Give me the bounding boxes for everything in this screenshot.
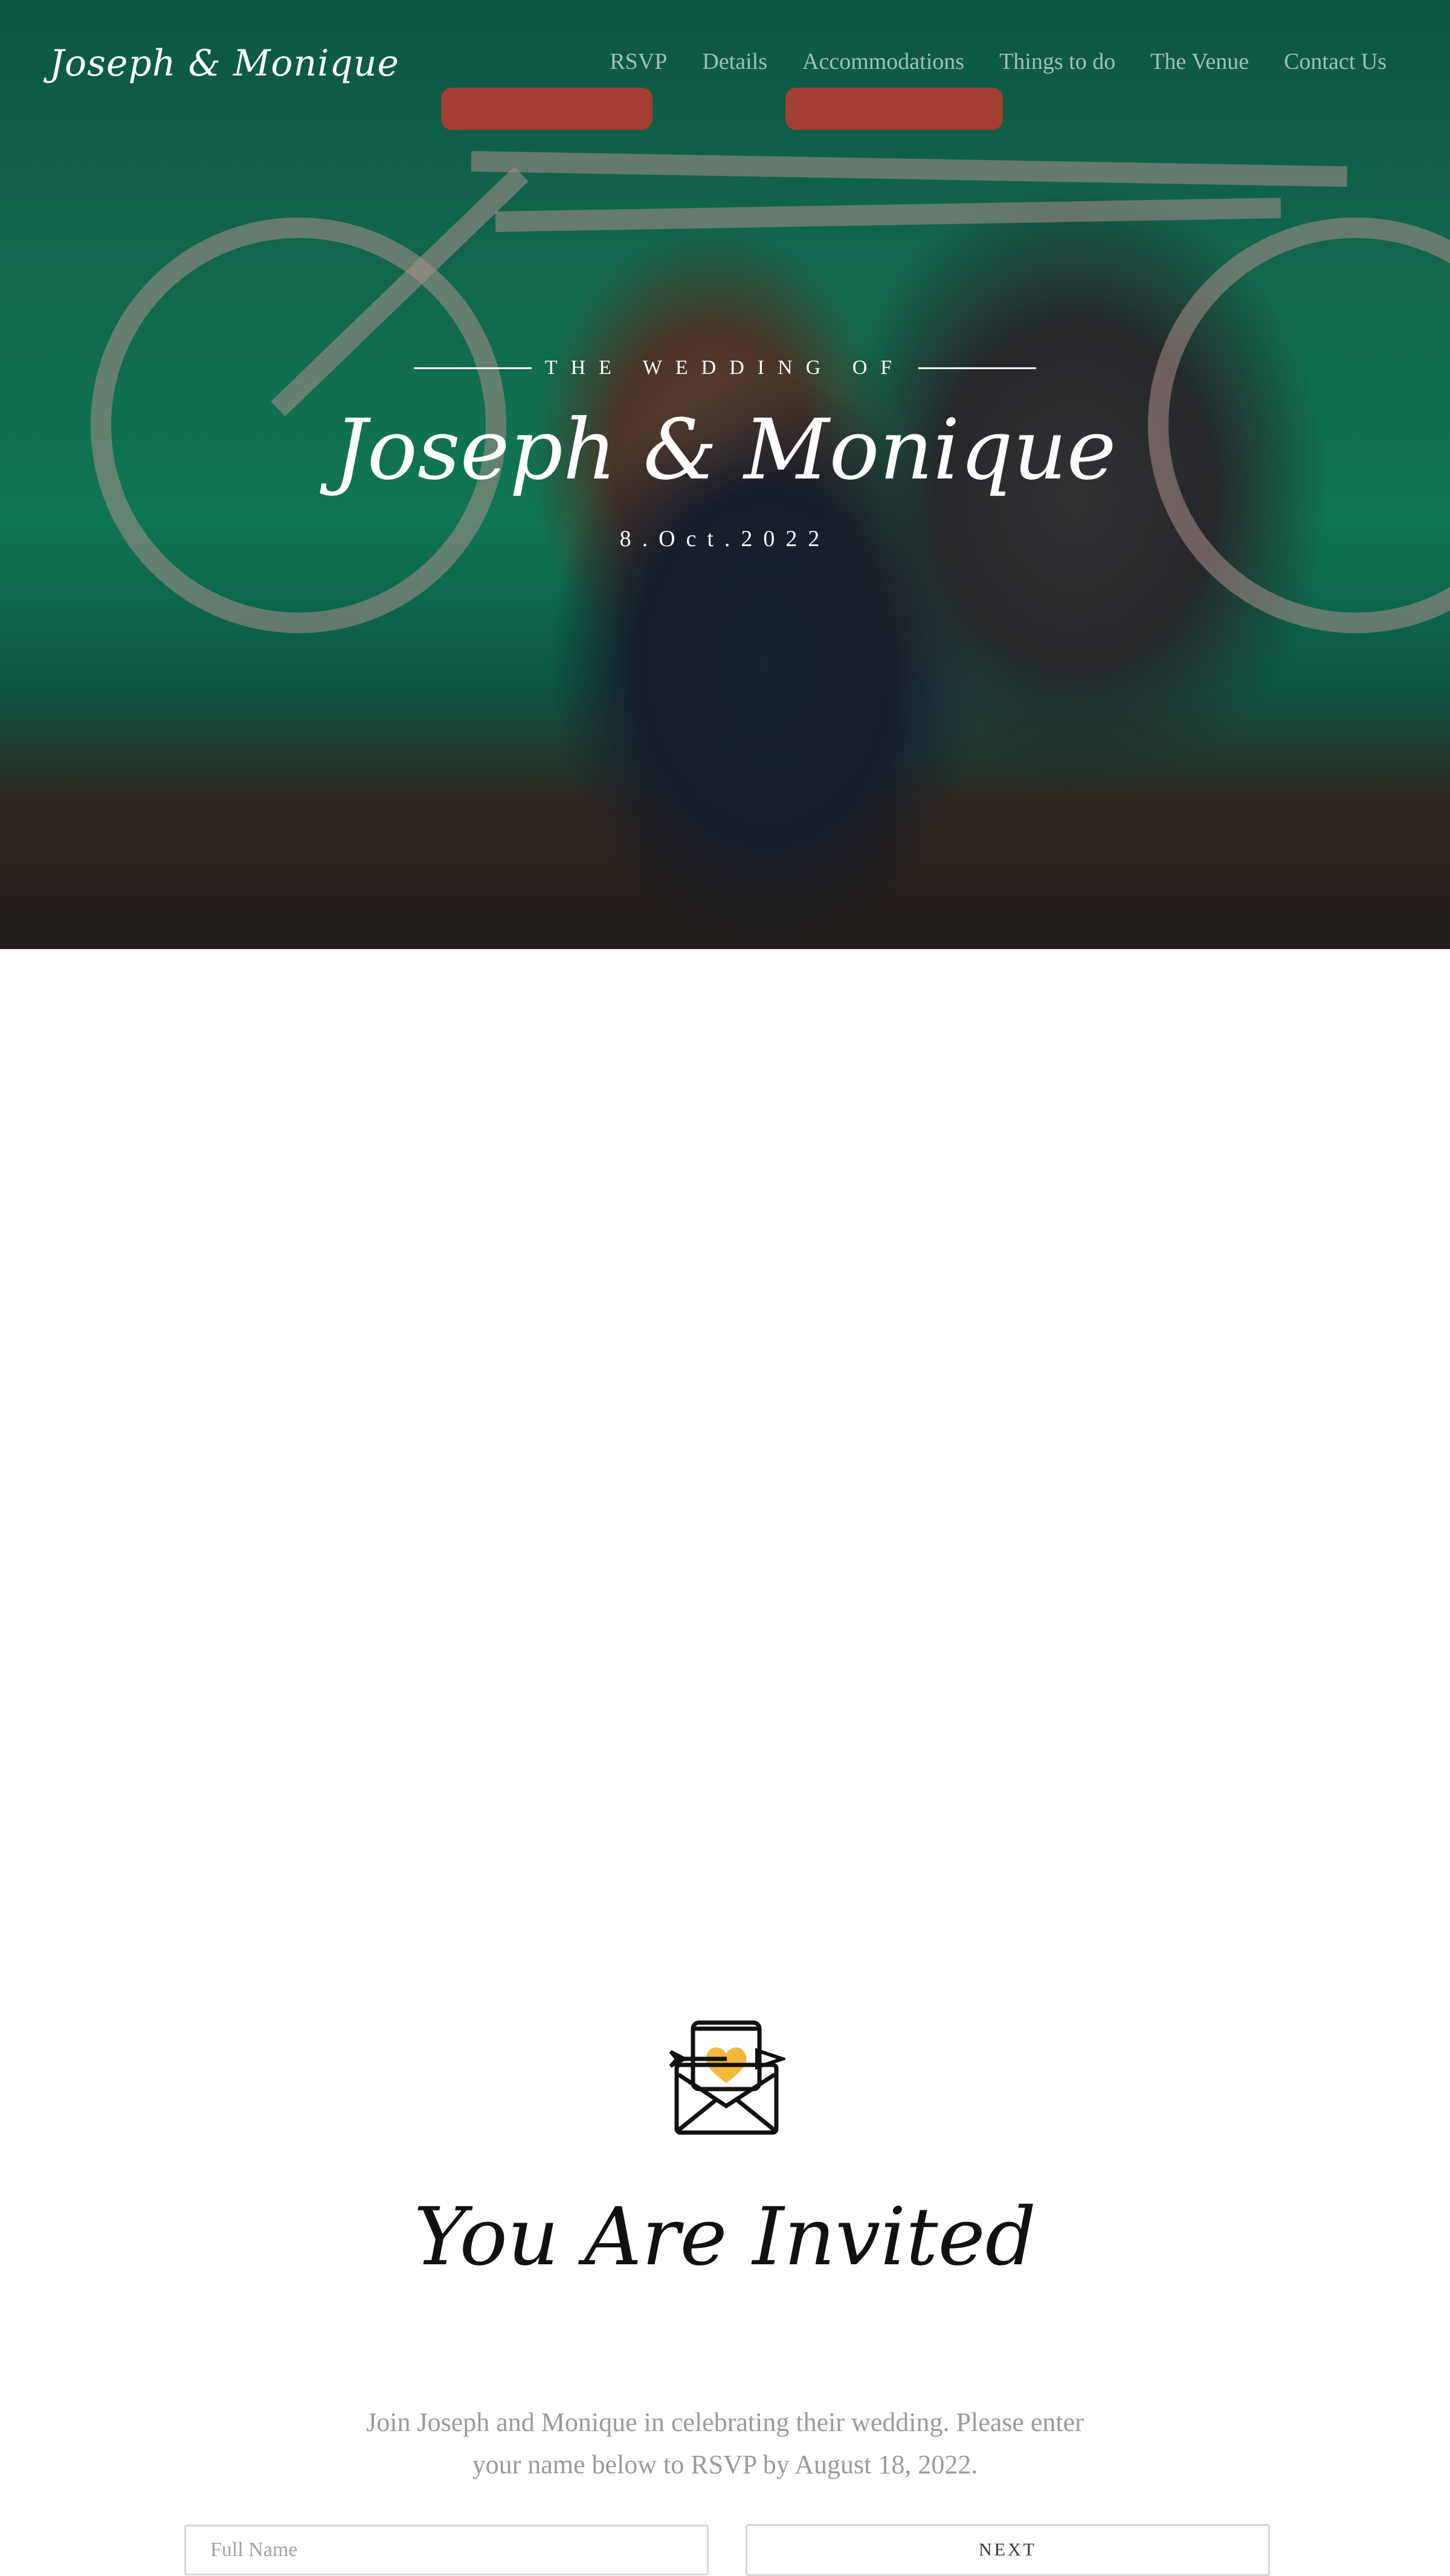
nav-rsvp[interactable]: RSVP xyxy=(610,48,667,75)
couple-names: Joseph & Monique xyxy=(334,401,1116,498)
hero-heading: THE WEDDING OF Joseph & Monique 8.Oct.20… xyxy=(0,356,1450,552)
hero-kicker: THE WEDDING OF xyxy=(0,356,1450,379)
nav-details[interactable]: Details xyxy=(702,48,767,75)
kicker-divider-right xyxy=(918,367,1037,369)
invite-description: Join Joseph and Monique in celebrating t… xyxy=(366,2407,1084,2479)
love-letter-icon xyxy=(669,2020,785,2135)
site-brand[interactable]: Joseph & Monique xyxy=(50,42,399,85)
kicker-divider-left xyxy=(413,367,532,369)
nav-the-venue[interactable]: The Venue xyxy=(1150,48,1249,75)
nav-contact-us[interactable]: Contact Us xyxy=(1284,48,1387,75)
invite-title: You Are Invited xyxy=(413,2191,1037,2284)
next-button[interactable]: NEXT xyxy=(746,2524,1270,2576)
full-name-input[interactable] xyxy=(184,2525,709,2575)
nav-things-to-do[interactable]: Things to do xyxy=(999,48,1115,75)
hero-kicker-text: THE WEDDING OF xyxy=(544,356,906,379)
main-nav: RSVP Details Accommodations Things to do… xyxy=(610,48,1387,75)
hero-section: Joseph & Monique RSVP Details Accommodat… xyxy=(0,0,1450,949)
nav-accommodations[interactable]: Accommodations xyxy=(802,48,964,75)
wedding-date: 8.Oct.2022 xyxy=(619,526,831,552)
